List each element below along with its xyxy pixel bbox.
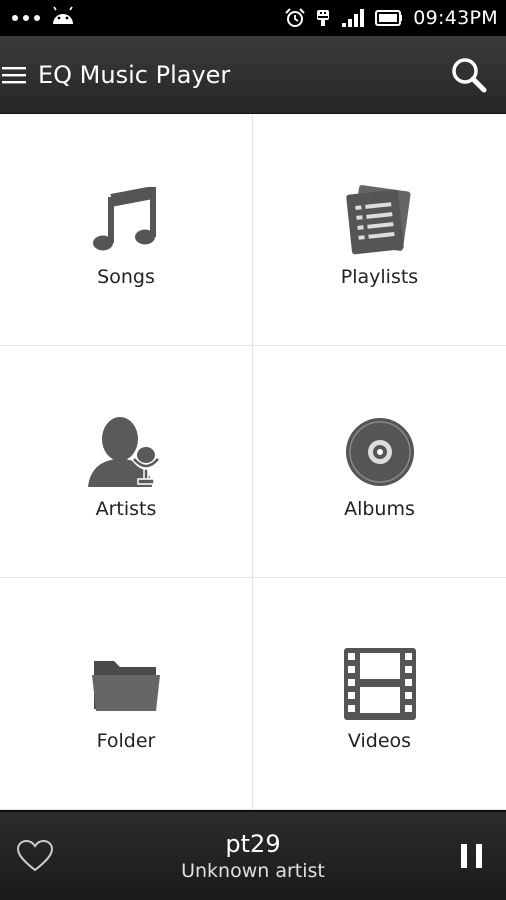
usb-icon (315, 8, 331, 28)
tile-playlists[interactable]: Playlists (253, 114, 506, 346)
status-time: 09:43PM (413, 7, 498, 29)
film-strip-icon (340, 644, 420, 724)
tile-label: Artists (95, 498, 157, 520)
app-bar: EQ Music Player (0, 36, 506, 114)
tile-label: Videos (347, 730, 412, 752)
now-playing-bar[interactable]: pt29 Unknown artist (0, 810, 506, 900)
app-title: EQ Music Player (38, 60, 231, 89)
playlist-icon (340, 180, 420, 260)
tile-label: Playlists (340, 266, 419, 288)
status-right: 09:43PM (285, 7, 498, 29)
hamburger-menu-icon[interactable] (0, 36, 30, 114)
tile-folder[interactable]: Folder (0, 578, 253, 810)
tile-albums[interactable]: Albums (253, 346, 506, 578)
alarm-icon (285, 8, 305, 28)
status-left (12, 6, 76, 30)
tile-artists[interactable]: Artists (0, 346, 253, 578)
now-playing-info: pt29 Unknown artist (0, 812, 506, 900)
overflow-dots-icon (12, 15, 40, 21)
library-grid: Songs Playlists Artists Albums Folder Vi… (0, 114, 506, 810)
status-bar: 09:43PM (0, 0, 506, 36)
tile-songs[interactable]: Songs (0, 114, 253, 346)
artist-microphone-icon (86, 412, 166, 492)
album-disc-icon (340, 412, 420, 492)
folder-icon (86, 644, 166, 724)
tile-label: Albums (344, 498, 415, 520)
signal-icon (341, 8, 365, 28)
android-icon (50, 6, 76, 30)
now-playing-title: pt29 (225, 830, 281, 858)
now-playing-artist: Unknown artist (181, 860, 325, 882)
search-icon[interactable] (446, 52, 492, 98)
music-note-icon (86, 180, 166, 260)
heart-icon[interactable] (16, 839, 54, 873)
pause-icon[interactable] (458, 842, 486, 870)
tile-videos[interactable]: Videos (253, 578, 506, 810)
tile-label: Songs (97, 266, 155, 288)
battery-icon (375, 9, 403, 27)
tile-label: Folder (96, 730, 156, 752)
